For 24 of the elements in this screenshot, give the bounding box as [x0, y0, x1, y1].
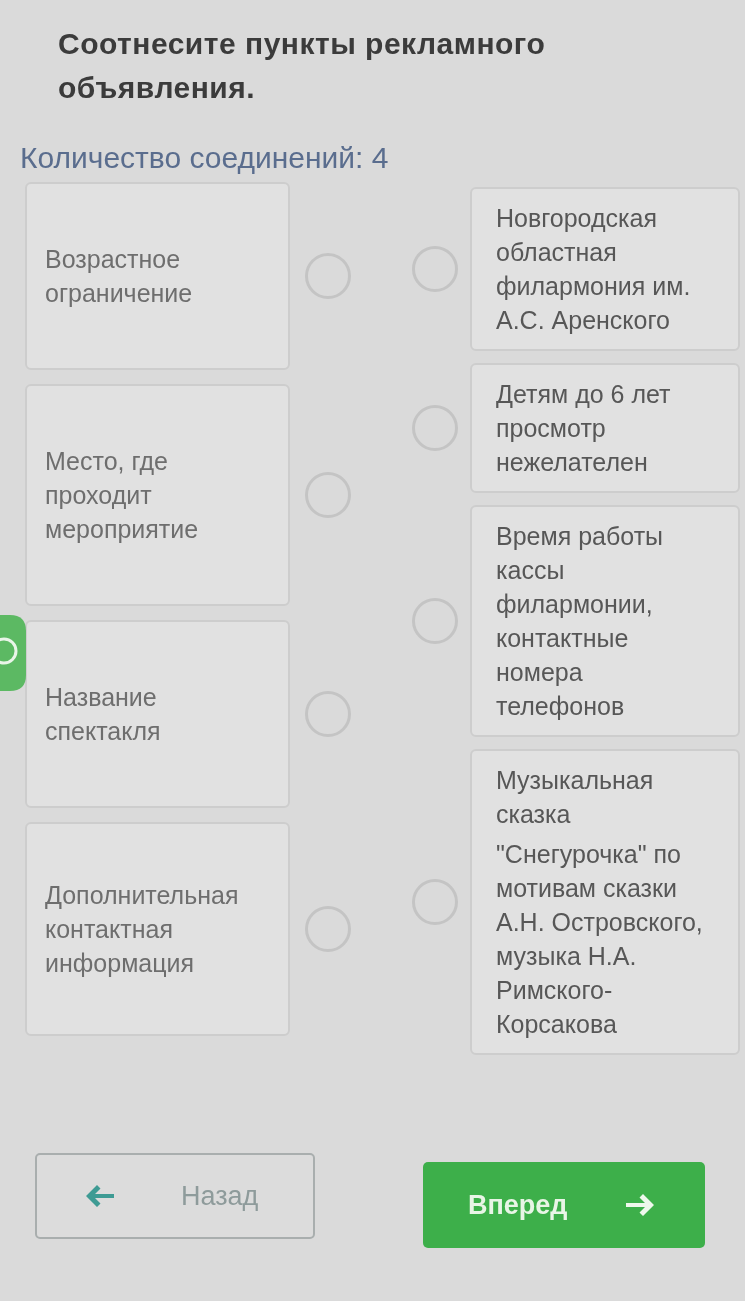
left-item-text: Возрастное ограничение — [45, 244, 194, 309]
right-item-text: "Снегурочка" по мотивам сказки А.Н. Островского, музыка Н.А. Римского-Корсакова — [496, 839, 704, 1040]
left-item-text: Место, где проходит мероприятие — [45, 446, 200, 545]
left-item-text: Дополнительная контактная информация — [45, 880, 240, 979]
right-arrow-icon — [625, 1193, 656, 1217]
left-arrow-icon — [85, 1184, 115, 1208]
next-button[interactable]: Вперед — [423, 1162, 705, 1248]
right-item-text: Музыкальная сказка — [496, 765, 655, 830]
right-item-text: Время работы кассы филармонии, контактные номера телефонов — [496, 521, 665, 722]
left-item-text: Название спектакля — [45, 682, 162, 747]
instruction-text: Соотнесите пункты рекламного объявления. — [58, 26, 547, 106]
left-item-card[interactable]: Возрастное ограничение — [25, 182, 290, 370]
right-item-card[interactable]: Детям до 6 лет просмотр нежелателен — [470, 363, 740, 493]
right-item-card[interactable]: Музыкальная сказка "Снегурочка" по мотивам сказки А.Н. Островского, музыка Н.А. Римского-Корсакова — [470, 749, 740, 1055]
left-item-card[interactable]: Место, где проходит мероприятие — [25, 384, 290, 606]
right-item-text: Новгородская областная филармония им. А.С. Аренского — [496, 203, 692, 336]
right-item-text: Детям до 6 лет просмотр нежелателен — [496, 379, 672, 478]
connections-count-text: Количество соединений: 4 — [20, 140, 389, 176]
right-item-card[interactable]: Новгородская областная филармония им. А.С. Аренского — [470, 187, 740, 351]
left-item-card[interactable]: Название спектакля — [25, 620, 290, 808]
back-button[interactable]: Назад — [35, 1153, 315, 1239]
left-item-card[interactable]: Дополнительная контактная информация — [25, 822, 290, 1036]
right-item-card[interactable]: Время работы кассы филармонии, контактные номера телефонов — [470, 505, 740, 737]
side-tab-icon[interactable] — [0, 615, 26, 691]
